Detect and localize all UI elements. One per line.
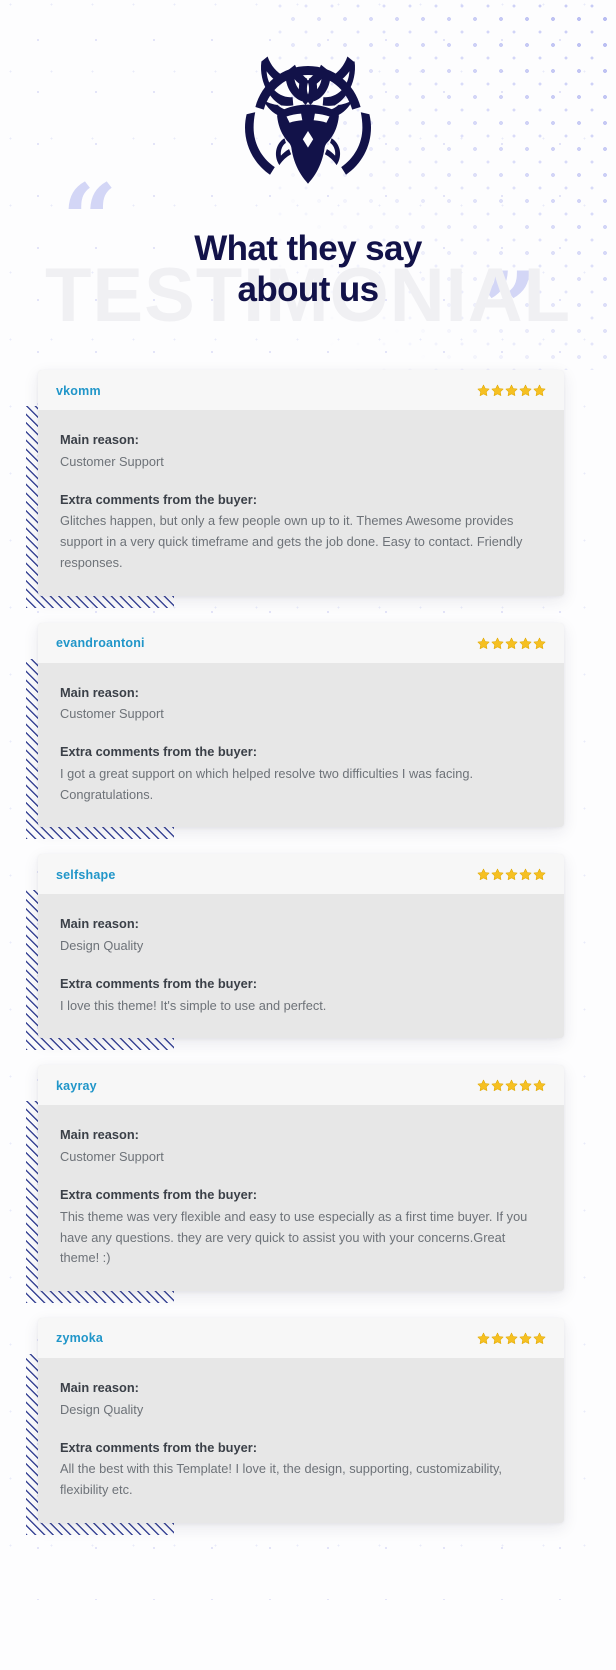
- star-icon: [491, 637, 504, 649]
- card-header: vkomm: [38, 370, 564, 410]
- card-header: zymoka: [38, 1317, 564, 1358]
- star-icon: [505, 637, 518, 649]
- testimonial-card: evandroantoni Main reason: Customer Suppor…: [38, 622, 564, 828]
- reviewer-username[interactable]: selfshape: [56, 868, 115, 882]
- star-icon: [519, 384, 532, 396]
- extra-comments-label: Extra comments from the buyer:: [60, 491, 257, 507]
- star-rating: [477, 868, 546, 881]
- extra-comments-group: Extra comments from the buyer: Glitches h…: [60, 490, 542, 574]
- main-reason-group: Main reason: Design Quality: [60, 1378, 542, 1421]
- testimonial-card-evandroantoni: evandroantoni Main reason: Customer Suppor…: [0, 622, 616, 840]
- extra-comments-value: I got a great support on which helped re…: [60, 765, 474, 802]
- main-reason-value: Customer Support: [60, 1149, 164, 1165]
- star-icon: [519, 1080, 532, 1092]
- main-reason-value: Design Quality: [60, 938, 144, 954]
- extra-comments-group: Extra comments from the buyer: I got a gr…: [60, 742, 542, 805]
- star-icon: [477, 1332, 490, 1344]
- testimonial-card-vkomm: vkomm Main reason: Customer Support Extra c…: [0, 370, 616, 608]
- extra-comments-group: Extra comments from the buyer: This theme…: [60, 1185, 542, 1269]
- hatch-bottom-edge: [26, 1036, 174, 1051]
- main-reason-group: Main reason: Customer Support: [60, 683, 542, 726]
- extra-comments-label: Extra comments from the buyer:: [60, 1439, 257, 1455]
- main-reason-label: Main reason:: [60, 1127, 139, 1143]
- main-reason-group: Main reason: Customer Support: [60, 1125, 542, 1168]
- star-icon: [505, 384, 518, 396]
- card-header: kayray: [38, 1065, 564, 1106]
- page-title-line1: What they say: [194, 229, 422, 268]
- reviewer-username[interactable]: zymoka: [56, 1331, 103, 1345]
- card-body: Main reason: Customer Support Extra commen…: [38, 662, 564, 828]
- main-reason-label: Main reason:: [60, 1379, 139, 1395]
- testimonial-card: selfshape Main reason: Design Quality Extra…: [38, 854, 564, 1039]
- star-rating: [477, 637, 546, 650]
- reviewer-username[interactable]: kayray: [56, 1079, 97, 1093]
- extra-comments-group: Extra comments from the buyer: I love thi…: [60, 974, 542, 1017]
- extra-comments-label: Extra comments from the buyer:: [60, 744, 257, 760]
- star-icon: [491, 384, 504, 396]
- testimonial-card-kayray: kayray Main reason: Customer Support Extra …: [0, 1065, 616, 1303]
- card-body: Main reason: Design Quality Extra comments…: [38, 1357, 564, 1523]
- extra-comments-value: All the best with this Template! I love …: [60, 1461, 502, 1498]
- testimonials-page: “ ” TESTIMONIAL What they say about us v…: [0, 0, 616, 1670]
- testimonial-card: vkomm Main reason: Customer Support Extra c…: [38, 370, 564, 596]
- star-icon: [533, 1332, 546, 1344]
- star-icon: [491, 869, 504, 881]
- card-header: selfshape: [38, 854, 564, 895]
- testimonial-card-zymoka: zymoka Main reason: Design Quality Extra co…: [0, 1317, 616, 1535]
- extra-comments-group: Extra comments from the buyer: All the be…: [60, 1438, 542, 1501]
- star-icon: [477, 869, 490, 881]
- testimonial-list: vkomm Main reason: Customer Support Extra c…: [0, 370, 616, 1670]
- star-icon: [519, 1332, 532, 1344]
- main-reason-label: Main reason:: [60, 432, 139, 447]
- page-title-line2: about us: [237, 270, 379, 310]
- hatch-bottom-edge: [26, 1520, 174, 1535]
- star-icon: [491, 1080, 504, 1092]
- main-reason-value: Design Quality: [60, 1401, 144, 1417]
- extra-comments-value: Glitches happen, but only a few people o…: [60, 513, 523, 570]
- main-reason-label: Main reason:: [60, 916, 139, 932]
- card-body: Main reason: Customer Support Extra commen…: [38, 410, 564, 596]
- extra-comments-label: Extra comments from the buyer:: [60, 1186, 257, 1202]
- star-icon: [533, 637, 546, 649]
- star-rating: [477, 1079, 546, 1092]
- extra-comments-label: Extra comments from the buyer:: [60, 975, 257, 991]
- card-body: Main reason: Design Quality Extra comments…: [38, 894, 564, 1039]
- testimonial-card: zymoka Main reason: Design Quality Extra co…: [38, 1317, 564, 1523]
- extra-comments-value: This theme was very flexible and easy to…: [60, 1208, 528, 1266]
- reviewer-username[interactable]: vkomm: [56, 384, 101, 398]
- star-icon: [477, 384, 490, 396]
- extra-comments-value: I love this theme! It's simple to use an…: [60, 997, 327, 1013]
- card-header: evandroantoni: [38, 622, 564, 663]
- hatch-bottom-edge: [26, 593, 174, 608]
- star-icon: [477, 1080, 490, 1092]
- star-icon: [505, 1332, 518, 1344]
- star-rating: [477, 384, 546, 397]
- star-icon: [533, 384, 546, 396]
- star-icon: [533, 869, 546, 881]
- main-reason-value: Customer Support: [60, 706, 164, 722]
- star-icon: [477, 637, 490, 649]
- star-icon: [505, 869, 518, 881]
- hatch-bottom-edge: [26, 825, 174, 840]
- testimonial-card: kayray Main reason: Customer Support Extra …: [38, 1065, 564, 1291]
- page-title: What they say about us: [0, 228, 616, 311]
- card-body: Main reason: Customer Support Extra commen…: [38, 1105, 564, 1291]
- main-reason-group: Main reason: Design Quality: [60, 914, 542, 957]
- star-icon: [505, 1080, 518, 1092]
- main-reason-label: Main reason:: [60, 684, 139, 700]
- star-icon: [533, 1080, 546, 1092]
- main-reason-group: Main reason: Customer Support: [60, 430, 542, 473]
- star-icon: [519, 869, 532, 881]
- main-reason-value: Customer Support: [60, 453, 164, 469]
- hatch-bottom-edge: [26, 1288, 174, 1303]
- star-icon: [519, 637, 532, 649]
- testimonial-card-selfshape: selfshape Main reason: Design Quality Extra…: [0, 854, 616, 1051]
- deer-head-logo-icon: [245, 56, 371, 184]
- star-rating: [477, 1332, 546, 1345]
- reviewer-username[interactable]: evandroantoni: [56, 636, 145, 650]
- star-icon: [491, 1332, 504, 1344]
- page-header: “ ” TESTIMONIAL What they say about us: [0, 0, 616, 370]
